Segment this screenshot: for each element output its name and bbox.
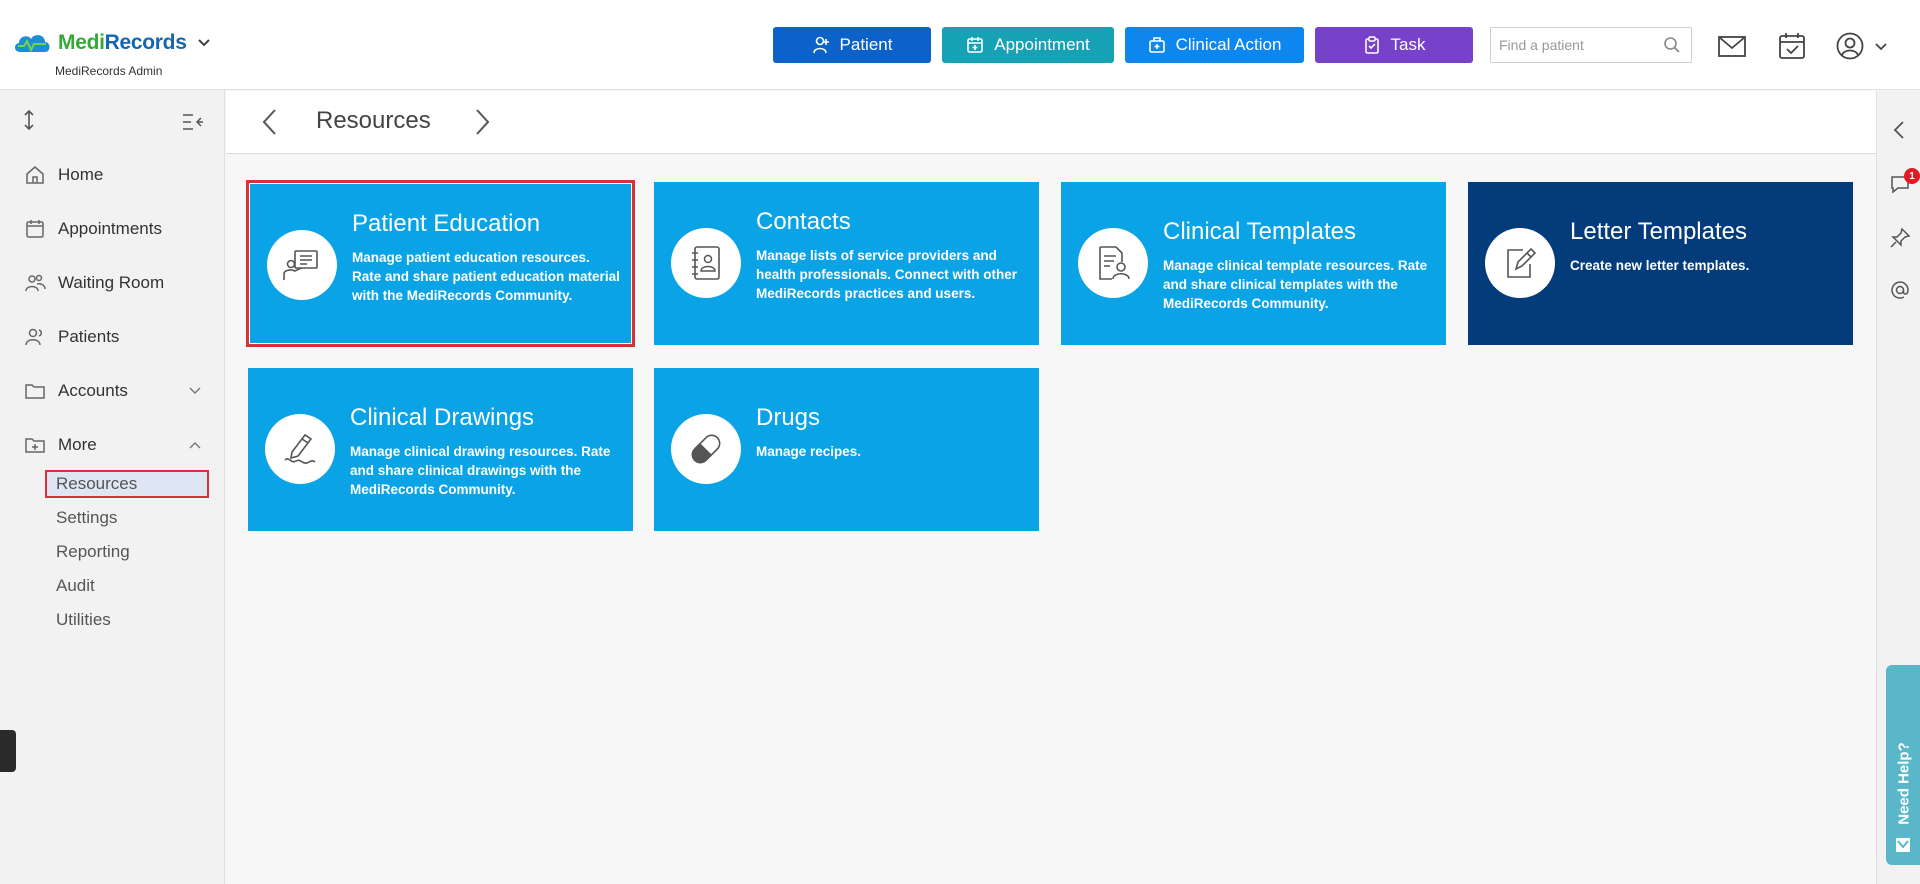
tile-icon-circle — [671, 414, 741, 484]
page-title: Resources — [316, 107, 431, 134]
presentation-icon — [283, 250, 318, 280]
pill-icon — [691, 434, 721, 464]
button-label: Patient — [839, 35, 893, 54]
button-label: Appointment — [994, 35, 1090, 54]
calendar-add-icon — [967, 37, 984, 53]
sidebar-subitem-resources[interactable]: Resources — [56, 474, 137, 494]
tile-description: Manage patient education resources. Rate… — [352, 250, 620, 303]
chevron-down-icon[interactable] — [188, 384, 202, 398]
tile-title: Contacts — [756, 208, 851, 235]
need-help-label: Need Help? — [1895, 742, 1913, 825]
new-appointment-button[interactable]: Appointment — [942, 27, 1114, 63]
tile-clinical-templates[interactable]: Clinical Templates Manage clinical templ… — [1061, 182, 1446, 345]
sidebar-subitem-utilities[interactable]: Utilities — [56, 610, 111, 630]
chat-badge: 1 — [1904, 168, 1920, 184]
new-patient-button[interactable]: Patient — [773, 27, 931, 63]
clipboard-icon — [1364, 36, 1379, 54]
tile-icon-circle — [267, 230, 337, 300]
user-avatar-icon[interactable] — [1834, 30, 1866, 62]
address-book-icon — [692, 246, 720, 280]
patient-search — [1490, 27, 1692, 63]
calendar-check-icon[interactable] — [1776, 30, 1808, 62]
sidebar-item-label: Accounts — [58, 381, 128, 400]
clinical-action-button[interactable]: Clinical Action — [1125, 27, 1304, 63]
tile-patient-education[interactable]: Patient Education Manage patient educati… — [246, 180, 635, 347]
sidebar-subitem-settings[interactable]: Settings — [56, 508, 117, 528]
medical-bag-icon — [1148, 37, 1165, 53]
pencil-drawing-icon — [284, 433, 316, 464]
tile-icon-circle — [265, 414, 335, 484]
practice-name: MediRecords Admin — [55, 64, 163, 78]
resize-vertical-icon[interactable] — [18, 109, 40, 131]
tile-description: Manage clinical template resources. Rate… — [1163, 258, 1428, 311]
calendar-icon — [26, 220, 44, 238]
tile-contacts[interactable]: Contacts Manage lists of service provide… — [654, 182, 1039, 345]
left-sidebar: Home Appointments Waiting Room Patients … — [0, 90, 225, 884]
sidebar-item-label: More — [58, 435, 97, 454]
sidebar-item-label: Home — [58, 165, 104, 184]
sidebar-item-accounts[interactable]: Accounts — [24, 376, 128, 406]
tile-description: Manage lists of service providers and he… — [756, 248, 1018, 301]
mention-icon[interactable] — [1889, 279, 1911, 301]
folder-icon — [25, 384, 45, 399]
edit-document-icon — [1507, 247, 1537, 278]
tile-title: Clinical Templates — [1163, 218, 1356, 245]
chevron-down-icon[interactable] — [1872, 38, 1890, 56]
patient-search-input[interactable] — [1491, 28, 1651, 62]
chevron-up-icon[interactable] — [188, 438, 202, 452]
tile-description: Create new letter templates. — [1570, 258, 1750, 273]
sidebar-item-patients[interactable]: Patients — [24, 322, 119, 352]
back-arrow-icon[interactable] — [256, 107, 286, 137]
tile-description: Manage clinical drawing resources. Rate … — [350, 444, 611, 497]
sidebar-item-waiting-room[interactable]: Waiting Room — [24, 268, 164, 298]
tile-clinical-drawings[interactable]: Clinical Drawings Manage clinical drawin… — [248, 368, 633, 531]
pin-icon[interactable] — [1889, 227, 1911, 249]
document-person-icon — [1099, 246, 1130, 280]
new-task-button[interactable]: Task — [1315, 27, 1473, 63]
sidebar-subitem-audit[interactable]: Audit — [56, 576, 95, 596]
tile-letter-templates[interactable]: Letter Templates Create new letter templ… — [1468, 182, 1853, 345]
chevron-left-icon[interactable] — [1889, 119, 1911, 141]
mail-icon[interactable] — [1716, 30, 1748, 62]
button-label: Task — [1390, 35, 1426, 54]
cloud-logo-icon — [14, 35, 50, 53]
forward-arrow-icon[interactable] — [466, 107, 496, 137]
sidebar-item-home[interactable]: Home — [24, 160, 103, 190]
need-help-tab[interactable]: Need Help? — [1886, 665, 1920, 865]
sidebar-item-appointments[interactable]: Appointments — [24, 214, 162, 244]
brand-name: MediRecords — [58, 31, 187, 54]
button-label: Clinical Action — [1175, 35, 1282, 54]
chevron-down-icon[interactable] — [197, 36, 211, 50]
tile-title: Drugs — [756, 404, 821, 431]
page-header: Resources — [226, 91, 1876, 154]
tile-title: Letter Templates — [1570, 218, 1747, 245]
tile-description: Manage recipes. — [756, 444, 862, 459]
sidebar-subitem-reporting[interactable]: Reporting — [56, 542, 130, 562]
side-print-tab[interactable] — [0, 730, 16, 772]
tile-title: Clinical Drawings — [350, 404, 535, 431]
sidebar-item-label: Patients — [58, 327, 120, 346]
tile-icon-circle — [1485, 228, 1555, 298]
person-icon — [25, 328, 42, 346]
tile-icon-circle — [671, 228, 741, 298]
app-logo[interactable]: MediRecords — [12, 30, 211, 56]
folder-plus-icon — [25, 438, 45, 453]
sidebar-item-label: Waiting Room — [58, 273, 165, 292]
search-icon[interactable] — [1663, 36, 1681, 54]
sidebar-item-more[interactable]: More — [24, 430, 97, 460]
people-icon — [25, 274, 46, 292]
collapse-sidebar-icon[interactable] — [181, 111, 203, 133]
sidebar-item-label: Appointments — [58, 219, 162, 238]
help-mail-icon — [1896, 838, 1910, 852]
top-header: MediRecords MediRecords Admin Patient Ap… — [0, 0, 1920, 90]
add-person-icon — [812, 36, 829, 54]
tile-title: Patient Education — [352, 210, 541, 237]
home-icon — [26, 166, 44, 184]
tile-drugs[interactable]: Drugs Manage recipes. — [654, 368, 1039, 531]
tile-icon-circle — [1078, 228, 1148, 298]
